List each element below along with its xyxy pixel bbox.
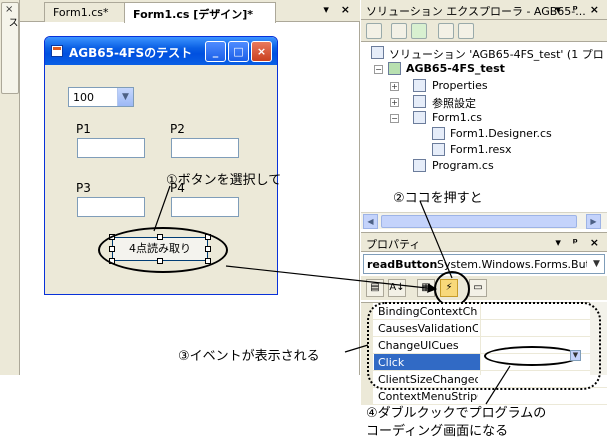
arrow-double-click [485, 365, 511, 405]
annotation-4-line2: コーディング画面になる [366, 424, 509, 437]
arrow-to-events-button [225, 265, 438, 293]
arrow-press-here [419, 200, 453, 279]
annotation-1: ①ボタンを選択して [166, 173, 282, 188]
annotation-arrows [153, 185, 511, 405]
annotation-4-line1: ④ダブルクックでプログラムの [366, 406, 547, 421]
arrow-events-shown [344, 344, 369, 353]
annotation-2: ②ココを押すと [393, 191, 483, 206]
arrow-select-button [153, 185, 171, 232]
annotation-3: ③イベントが表示される [178, 349, 320, 364]
